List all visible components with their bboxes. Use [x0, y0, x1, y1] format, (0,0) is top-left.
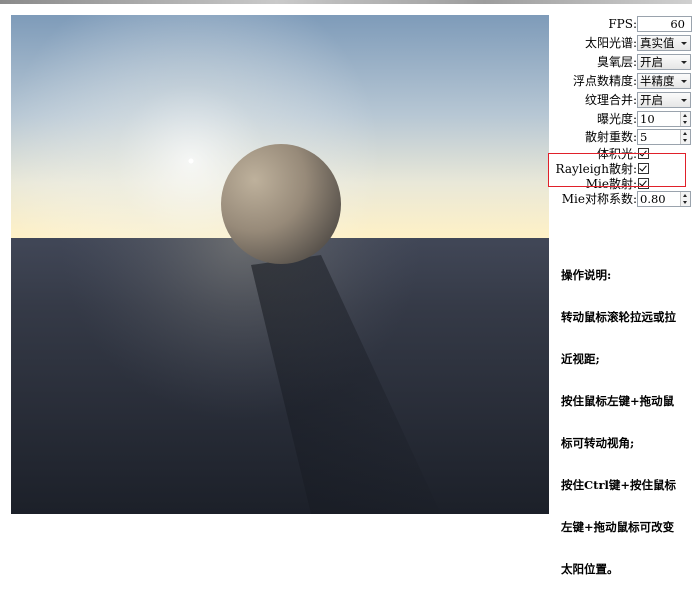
scatter-count-row: 散射重数: 5 — [550, 129, 692, 145]
ozone-value: 开启 — [640, 55, 663, 69]
instructions-title: 操作说明: — [561, 268, 612, 282]
chevron-down-icon — [681, 80, 687, 83]
scene-canvas[interactable] — [11, 15, 549, 514]
float-precision-label: 浮点数精度: — [572, 74, 637, 88]
instructions-line: 太阳位置。 — [561, 562, 619, 576]
scatter-count-label: 散射重数: — [584, 130, 637, 144]
instructions-line: 按住Ctrl键+按住鼠标 — [561, 478, 677, 492]
instructions-line: 转动鼠标滚轮拉远或拉 — [561, 310, 676, 324]
solar-spectrum-label: 太阳光谱: — [584, 36, 637, 50]
ozone-select[interactable]: 开启 — [637, 54, 691, 70]
solar-spectrum-select[interactable]: 真实值 — [637, 35, 691, 51]
exposure-spinbox[interactable]: 10 — [637, 111, 691, 127]
spin-arrows-icon[interactable] — [680, 130, 690, 144]
exposure-label: 曝光度: — [596, 112, 637, 126]
chevron-down-icon — [681, 99, 687, 102]
exposure-value: 10 — [640, 112, 655, 126]
scatter-options-highlight — [548, 153, 686, 187]
texture-merge-value: 开启 — [640, 93, 663, 107]
spin-arrows-icon[interactable] — [680, 112, 690, 126]
instructions-line: 近视距; — [561, 352, 600, 366]
float-precision-value: 半精度 — [640, 74, 675, 88]
float-precision-select[interactable]: 半精度 — [637, 73, 691, 89]
texture-merge-row: 纹理合并: 开启 — [550, 92, 692, 108]
render-viewport[interactable] — [11, 15, 549, 514]
sun-marker[interactable] — [188, 158, 194, 164]
sphere-object — [221, 144, 341, 264]
texture-merge-select[interactable]: 开启 — [637, 92, 691, 108]
mie-symmetry-row: Mie对称系数: 0.80 — [550, 191, 692, 207]
mie-symmetry-label: Mie对称系数: — [561, 192, 637, 206]
instructions-block: 操作说明: 转动鼠标滚轮拉远或拉 近视距; 按住鼠标左键+拖动鼠 标可转动视角;… — [561, 240, 689, 590]
solar-spectrum-row: 太阳光谱: 真实值 — [550, 35, 692, 51]
solar-spectrum-value: 真实值 — [640, 36, 675, 50]
scatter-count-value: 5 — [640, 130, 648, 144]
fps-row: FPS: 60 — [550, 16, 692, 32]
float-precision-row: 浮点数精度: 半精度 — [550, 73, 692, 89]
fps-label: FPS: — [608, 17, 637, 31]
chevron-down-icon — [681, 61, 687, 64]
exposure-row: 曝光度: 10 — [550, 111, 692, 127]
chevron-down-icon — [681, 42, 687, 45]
spin-arrows-icon[interactable] — [680, 192, 690, 206]
instructions-line: 标可转动视角; — [561, 436, 635, 450]
fps-field[interactable]: 60 — [637, 16, 692, 32]
mie-symmetry-spinbox[interactable]: 0.80 — [637, 191, 691, 207]
ozone-row: 臭氧层: 开启 — [550, 54, 692, 70]
texture-merge-label: 纹理合并: — [584, 93, 637, 107]
mie-symmetry-value: 0.80 — [640, 192, 666, 206]
instructions-line: 左键+拖动鼠标可改变 — [561, 520, 675, 534]
window-top-strip — [0, 0, 692, 4]
instructions-line: 按住鼠标左键+拖动鼠 — [561, 394, 675, 408]
ozone-label: 臭氧层: — [596, 55, 637, 69]
scatter-count-spinbox[interactable]: 5 — [637, 129, 691, 145]
